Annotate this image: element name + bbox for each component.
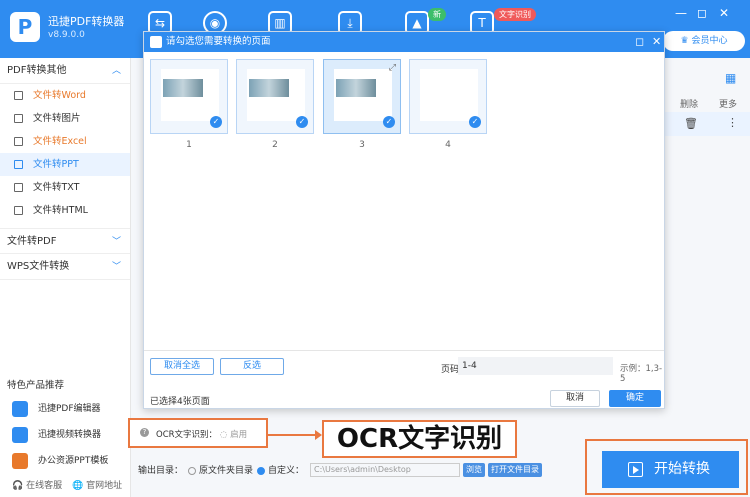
feature-label: 迅捷视频转换器 <box>38 430 102 440</box>
open-folder-button[interactable]: 打开文件目录 <box>488 463 542 477</box>
browse-button[interactable]: 浏览 <box>463 463 485 477</box>
feature-video-converter[interactable]: 迅捷视频转换器 <box>12 426 101 444</box>
cancel-button[interactable]: 取消 <box>550 390 600 407</box>
ocr-enable-checkbox[interactable]: ◌ 启用 <box>220 428 247 440</box>
sidebar-item-html[interactable]: 文件转HTML <box>0 199 130 222</box>
member-center-button[interactable]: ♛ 会员中心 <box>663 31 745 51</box>
online-service-link[interactable]: 🎧 在线客服 <box>12 478 62 491</box>
featured-title: 特色产品推荐 <box>7 380 65 391</box>
website-link[interactable]: 🌐 官网地址 <box>72 478 122 491</box>
page-thumbnail[interactable]: ✓ <box>150 59 228 134</box>
ocr-callout-label: OCR文字识别 <box>322 420 517 458</box>
page-select-dialog: 请勾选您需要转换的页面 ◻ ✕ ✓ 1 ✓ 2 ⤢ ✓ 3 ✓ 4 取消全选 反选… <box>143 31 665 409</box>
trash-icon[interactable]: 🗑 <box>684 117 698 130</box>
page-thumbnail[interactable]: ⤢ ✓ <box>323 59 401 134</box>
sidebar-group-wps[interactable]: WPS文件转换 ﹀ <box>0 254 130 280</box>
close-icon[interactable]: ✕ <box>719 6 729 20</box>
sidebar-item-label: 文件转PPT <box>33 159 79 170</box>
sidebar-item-label: 文件转图片 <box>33 113 81 124</box>
sidebar-item-label: 文件转Excel <box>33 136 87 147</box>
page-number: 1 <box>186 140 192 150</box>
confirm-button[interactable]: 确定 <box>609 390 661 407</box>
ppt-template-icon <box>12 453 28 469</box>
page-thumbnail[interactable]: ✓ <box>236 59 314 134</box>
chevron-down-icon: ﹀ <box>111 237 121 247</box>
sidebar-item-ppt[interactable]: 文件转PPT <box>0 153 130 176</box>
output-path-input[interactable]: C:\Users\admin\Desktop <box>310 463 460 477</box>
pdf-editor-icon <box>12 401 28 417</box>
output-label: 输出目录： <box>138 466 184 476</box>
delete-header: 删除 <box>680 100 699 110</box>
page-thumbnail[interactable]: ✓ <box>409 59 487 134</box>
file-icon <box>14 137 23 146</box>
radio-icon <box>257 466 265 475</box>
dialog-title: 请勾选您需要转换的页面 <box>166 36 271 47</box>
page-range-input[interactable]: 1-4 <box>458 357 613 375</box>
group-label: PDF转换其他 <box>7 65 67 76</box>
file-icon <box>14 160 23 169</box>
app-version: v8.9.0.0 <box>48 30 85 40</box>
dialog-logo-icon <box>150 36 162 48</box>
arrow <box>268 430 322 440</box>
sidebar-item-word[interactable]: 文件转Word <box>0 84 130 107</box>
sidebar-item-image[interactable]: 文件转图片 <box>0 107 130 130</box>
sidebar-item-txt[interactable]: 文件转TXT <box>0 176 130 199</box>
more-options-icon[interactable]: ⋮ <box>727 116 738 129</box>
deselect-all-button[interactable]: 取消全选 <box>150 358 214 375</box>
file-icon <box>14 183 23 192</box>
radio-custom-folder[interactable]: 自定义： <box>257 463 304 476</box>
ocr-option-box: ? OCR文字识别： ◌ 启用 <box>128 418 268 448</box>
sidebar-item-label: 文件转Word <box>33 90 86 101</box>
maximize-icon[interactable]: ◻ <box>635 32 644 52</box>
sidebar-group-to-pdf[interactable]: 文件转PDF ﹀ <box>0 228 130 254</box>
radio-original-folder[interactable]: 原文件夹目录 <box>188 463 253 476</box>
minimize-icon[interactable]: — <box>675 6 687 20</box>
play-icon <box>628 462 643 477</box>
sidebar-item-label: 文件转TXT <box>33 182 80 193</box>
chevron-down-icon: ﹀ <box>111 262 121 272</box>
ocr-label: OCR文字识别： <box>156 430 218 440</box>
checkmark-icon: ✓ <box>296 116 308 128</box>
more-header: 更多 <box>719 100 738 110</box>
feature-label: 迅捷PDF编辑器 <box>38 404 101 414</box>
page-number: 4 <box>445 140 451 150</box>
close-icon[interactable]: ✕ <box>652 32 661 52</box>
checkmark-icon: ✓ <box>383 116 395 128</box>
page-number: 3 <box>359 140 365 150</box>
new-badge: 新 <box>428 8 446 21</box>
crown-icon: ♛ <box>680 36 689 46</box>
expand-icon[interactable]: ⤢ <box>389 63 396 73</box>
help-icon[interactable]: ? <box>140 428 149 437</box>
sidebar-item-excel[interactable]: 文件转Excel <box>0 130 130 153</box>
file-icon <box>14 91 23 100</box>
chevron-up-icon: ︿ <box>111 66 121 76</box>
radio-icon <box>188 466 196 475</box>
file-icon <box>14 206 23 215</box>
sidebar-item-label: 文件转HTML <box>33 205 88 216</box>
checkmark-icon: ✓ <box>210 116 222 128</box>
app-name: 迅捷PDF转换器 <box>48 15 125 28</box>
grid-view-icon[interactable]: ▦ <box>725 71 736 85</box>
feature-ppt-templates[interactable]: 办公资源PPT模板 <box>12 452 108 470</box>
ocr-badge: 文字识别 <box>494 8 536 21</box>
group-label: WPS文件转换 <box>7 261 70 272</box>
selected-count: 已选择4张页面 <box>150 397 210 407</box>
feature-label: 办公资源PPT模板 <box>38 456 109 466</box>
app-logo: P <box>10 12 40 42</box>
feature-pdf-editor[interactable]: 迅捷PDF编辑器 <box>12 400 101 418</box>
start-convert-button[interactable]: 开始转换 <box>602 451 739 488</box>
page-number: 2 <box>272 140 278 150</box>
checkmark-icon: ✓ <box>469 116 481 128</box>
video-converter-icon <box>12 427 28 443</box>
invert-selection-button[interactable]: 反选 <box>220 358 284 375</box>
page-example: 示例：1,3-5 <box>620 364 663 384</box>
dialog-header: 请勾选您需要转换的页面 ◻ ✕ <box>144 32 664 52</box>
page-label: 页码 <box>441 365 460 375</box>
group-label: 文件转PDF <box>7 236 57 247</box>
sidebar-group-pdf-convert[interactable]: PDF转换其他 ︿ <box>0 58 130 84</box>
image-file-icon <box>14 114 23 123</box>
maximize-icon[interactable]: ◻ <box>697 6 707 20</box>
